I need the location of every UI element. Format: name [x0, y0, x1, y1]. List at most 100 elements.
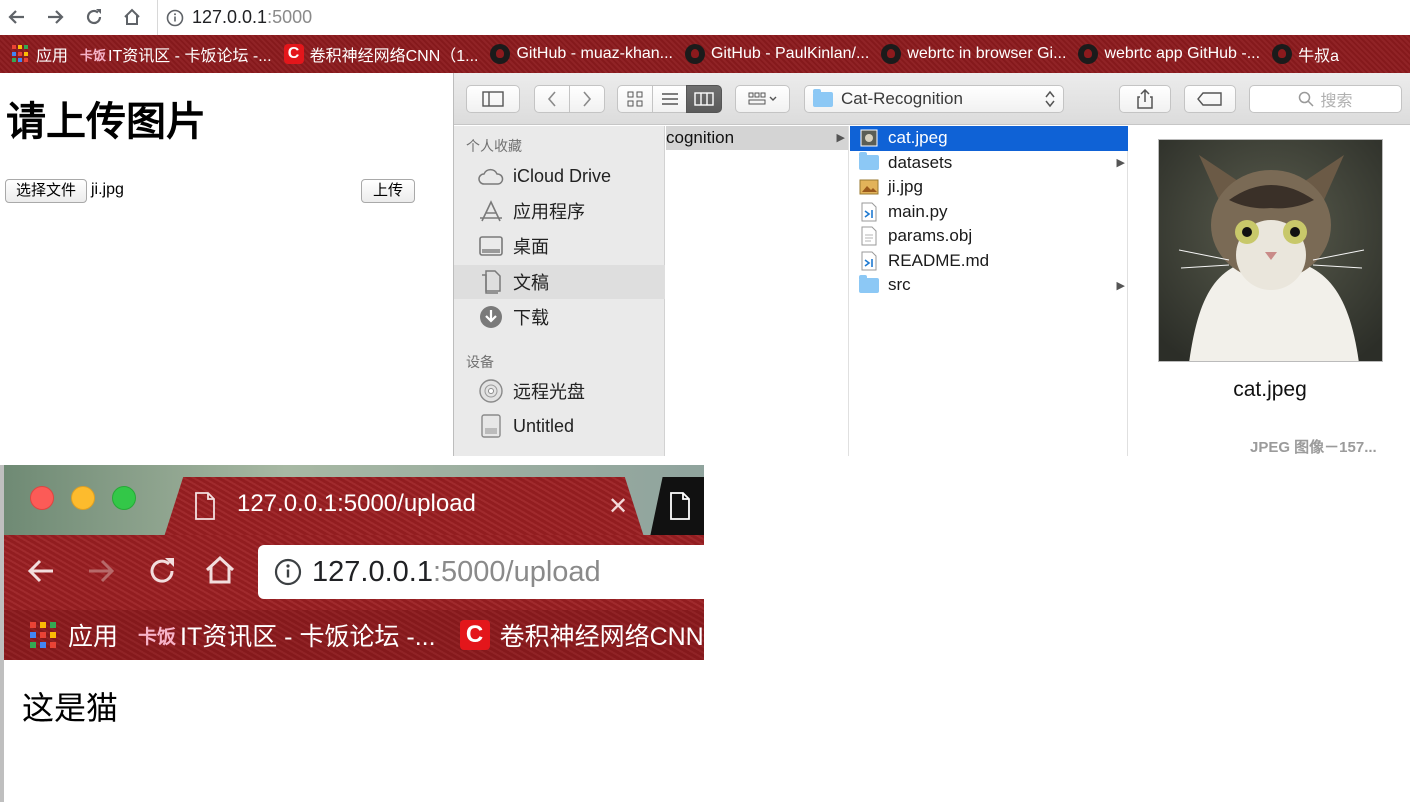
forward-button[interactable] [569, 85, 605, 113]
upload-button[interactable]: 上传 [361, 179, 416, 203]
bookmarks-bar: 应用 卡饭 IT资讯区 - 卡饭论坛 -... C 卷积神经网络CNN（1...… [0, 35, 1410, 73]
disclosure-arrow-icon: ▶ [836, 132, 845, 144]
share-icon [1137, 89, 1153, 109]
reload-icon[interactable] [81, 5, 107, 29]
zoom-window-button[interactable] [112, 486, 136, 510]
file-item-cat-jpeg[interactable]: cat.jpeg [850, 126, 1128, 151]
file-item-datasets[interactable]: datasets ▶ [850, 151, 1128, 176]
sidebar-item-label: 下载 [513, 308, 549, 328]
address-bar[interactable]: 127.0.0.1:5000 [157, 0, 1410, 35]
image-thumb-icon [859, 128, 879, 148]
file-item-src[interactable]: src ▶ [850, 273, 1128, 298]
desktop-icon [478, 233, 504, 259]
list-view-icon [661, 93, 678, 105]
updown-chevron-icon [1045, 90, 1055, 108]
cat-preview-image [1158, 139, 1383, 362]
bookmark-label: webrtc in browser Gi... [907, 45, 1067, 62]
github-icon [490, 44, 511, 64]
home-icon[interactable] [204, 555, 236, 585]
sidebar-toggle-button[interactable] [466, 85, 520, 113]
file-item-ji-jpg[interactable]: ji.jpg [850, 175, 1128, 200]
close-window-button[interactable] [30, 486, 54, 510]
sidebar-item-label: 应用程序 [513, 202, 585, 222]
forward-arrow-icon[interactable] [42, 5, 68, 29]
bookmark-webrtc-app[interactable]: webrtc app GitHub -... [1078, 35, 1260, 73]
folder-icon [859, 274, 879, 295]
address-bar[interactable]: 127.0.0.1:5000/upload [258, 545, 704, 599]
folder-icon [813, 88, 833, 107]
site-info-icon[interactable] [166, 9, 184, 27]
cloud-icon [478, 163, 504, 189]
file-name: ji.jpg [888, 177, 923, 197]
reload-icon[interactable] [146, 555, 178, 587]
back-arrow-icon[interactable] [26, 557, 56, 585]
arrange-button[interactable] [735, 85, 790, 113]
disc-icon [478, 378, 504, 404]
minimize-window-button[interactable] [71, 486, 95, 510]
share-button[interactable] [1119, 85, 1171, 113]
file-item-readme-md[interactable]: README.md [850, 249, 1128, 274]
finder-preview-pane: cat.jpeg JPEG 图像－157... [1129, 126, 1410, 456]
sidebar-item-untitled[interactable]: Untitled [454, 409, 665, 443]
close-tab-icon[interactable]: ✕ [608, 492, 628, 521]
sidebar-item-desktop[interactable]: 桌面 [454, 229, 665, 263]
bookmark-label: webrtc app GitHub -... [1104, 45, 1261, 62]
bookmark-kafan[interactable]: 卡饭 IT资讯区 - 卡饭论坛 -... [80, 35, 272, 73]
github-icon [684, 44, 705, 64]
vscode-file-icon [859, 202, 879, 222]
bookmark-apps[interactable]: 应用 [30, 616, 118, 654]
preview-file-info: JPEG 图像－157... [1250, 439, 1377, 456]
back-button[interactable] [534, 85, 570, 113]
preview-file-name: cat.jpeg [1233, 378, 1307, 401]
github-icon [881, 44, 902, 64]
folder-name: cognition [666, 128, 735, 147]
sidebar-item-downloads[interactable]: 下载 [454, 300, 665, 334]
choose-file-button[interactable]: 选择文件 [5, 179, 88, 203]
bookmark-label: IT资讯区 - 卡饭论坛 -... [180, 623, 436, 651]
tag-button[interactable] [1184, 85, 1236, 113]
list-view-button[interactable] [652, 85, 687, 113]
url-port: :5000 [267, 7, 313, 27]
file-name: datasets [888, 152, 953, 172]
sidebar-item-documents[interactable]: 文稿 [454, 265, 665, 299]
home-icon[interactable] [119, 5, 145, 29]
file-name: cat.jpeg [888, 128, 948, 148]
chevron-right-icon [583, 91, 592, 107]
bookmark-cnn[interactable]: C 卷积神经网络CNN（1... [283, 35, 478, 73]
document-icon [859, 226, 879, 246]
site-info-icon[interactable] [274, 558, 302, 586]
sidebar-item-icloud[interactable]: iCloud Drive [454, 159, 665, 193]
top-browser-window: 127.0.0.1:5000 应用 卡饭 IT资讯区 - 卡饭论坛 -... C… [0, 0, 1410, 456]
bookmark-cnn[interactable]: C 卷积神经网络CNN [459, 616, 704, 654]
list-item[interactable]: cognition ▶ [666, 126, 848, 150]
page-icon [194, 492, 216, 520]
sidebar-item-remote-disc[interactable]: 远程光盘 [454, 374, 665, 408]
file-item-main-py[interactable]: main.py [850, 200, 1128, 225]
column-view-button[interactable] [686, 85, 722, 113]
icon-view-button[interactable] [617, 85, 653, 113]
bookmark-webrtc-browser[interactable]: webrtc in browser Gi... [881, 35, 1066, 73]
bookmark-label: 卷积神经网络CNN [499, 623, 704, 651]
bookmark-github-muaz[interactable]: GitHub - muaz-khan... [490, 35, 673, 73]
search-icon [1299, 91, 1315, 107]
disclosure-arrow-icon: ▶ [1116, 157, 1125, 170]
prediction-result: 这是猫 [22, 690, 119, 726]
bookmark-github-paulkinlan[interactable]: GitHub - PaulKinlan/... [684, 35, 869, 73]
search-field[interactable]: 搜索 [1249, 85, 1402, 113]
bookmark-apps[interactable]: 应用 [12, 35, 68, 73]
sidebar-item-label: 桌面 [513, 237, 549, 257]
bookmark-label: 牛叔a [1298, 48, 1339, 65]
bookmark-label: 应用 [36, 48, 69, 65]
path-popup[interactable]: Cat-Recognition [804, 85, 1064, 113]
back-arrow-icon[interactable] [4, 5, 30, 29]
tag-icon [1197, 92, 1222, 106]
finder-column-parent: cognition ▶ [666, 126, 849, 456]
file-item-params-obj[interactable]: params.obj [850, 224, 1128, 249]
file-name: main.py [888, 201, 948, 221]
bookmark-niushu[interactable]: 牛叔a [1272, 35, 1339, 73]
sidebar-item-applications[interactable]: 应用程序 [454, 194, 665, 228]
bookmark-kafan[interactable]: 卡饭 IT资讯区 - 卡饭论坛 -... [138, 616, 436, 654]
sidebar-toggle-icon [482, 91, 504, 107]
forward-arrow-icon[interactable] [86, 557, 116, 585]
sidebar-item-label: iCloud Drive [513, 165, 612, 186]
